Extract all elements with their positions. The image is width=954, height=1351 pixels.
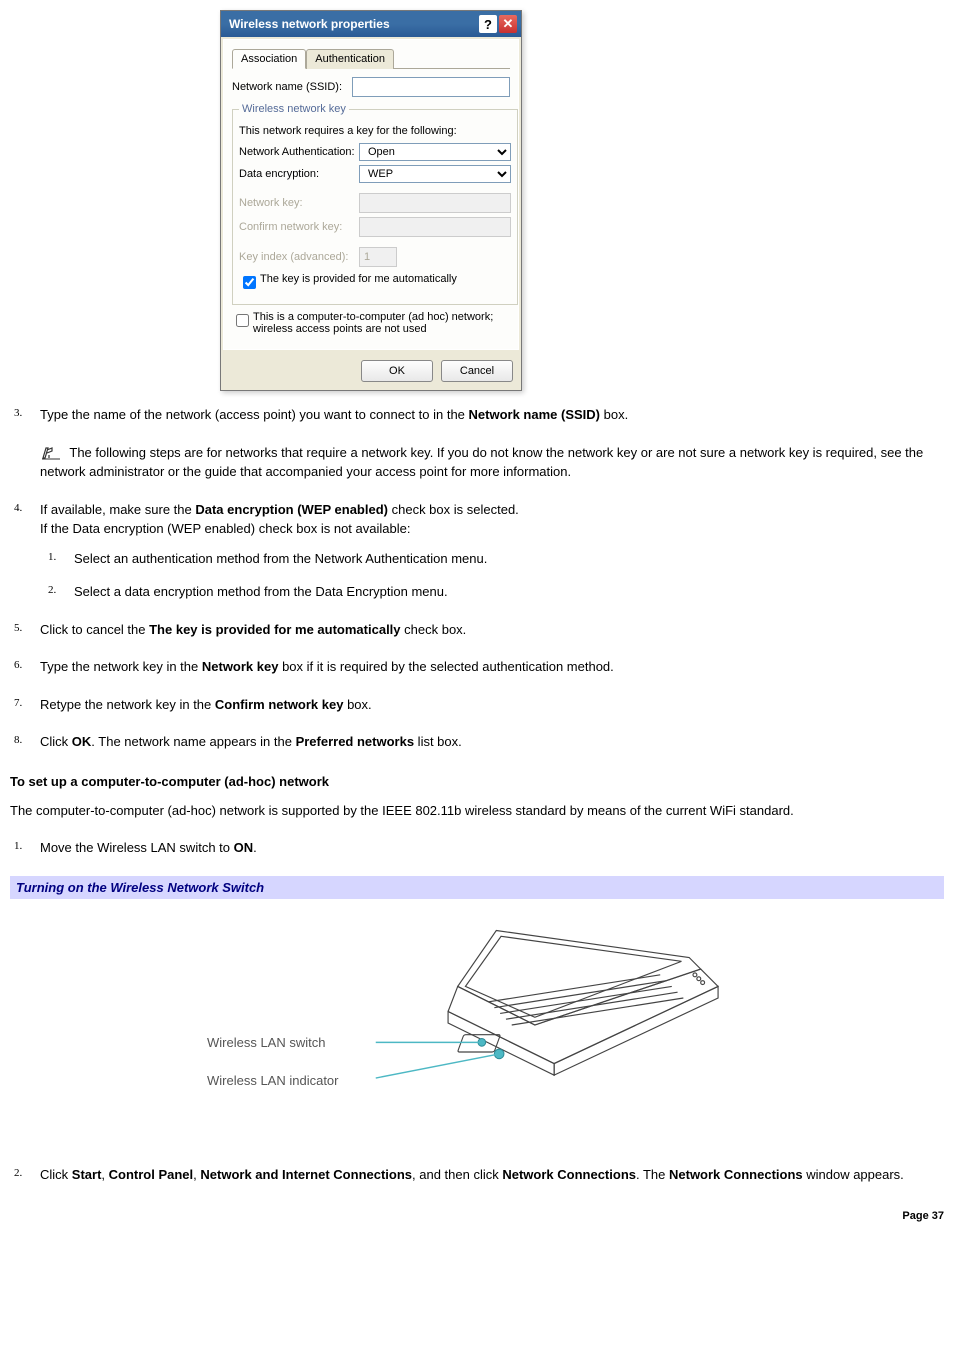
step-4: If available, make sure the Data encrypt… [40, 500, 944, 602]
auth-label: Network Authentication: [239, 146, 359, 158]
step-5: Click to cancel the The key is provided … [40, 620, 944, 640]
step-4-1: Select an authentication method from the… [74, 549, 944, 569]
adhoc-heading: To set up a computer-to-computer (ad-hoc… [10, 774, 944, 789]
index-spinner [359, 247, 397, 267]
fig-label-indicator: Wireless LAN indicator [207, 1073, 339, 1088]
adhoc-steps: Move the Wireless LAN switch to ON. [10, 838, 944, 858]
wireless-key-fieldset: Wireless network key This network requir… [232, 103, 518, 305]
confirm-label: Confirm network key: [239, 221, 359, 233]
step-7: Retype the network key in the Confirm ne… [40, 695, 944, 715]
enc-select[interactable]: WEP [359, 165, 511, 183]
tab-association[interactable]: Association [232, 49, 306, 69]
step-4-2: Select a data encryption method from the… [74, 582, 944, 602]
fig-label-switch: Wireless LAN switch [207, 1035, 325, 1050]
cancel-button[interactable]: Cancel [441, 360, 513, 382]
steps-list: Type the name of the network (access poi… [10, 405, 944, 425]
help-icon[interactable]: ? [479, 15, 497, 33]
adhoc-intro: The computer-to-computer (ad-hoc) networ… [10, 801, 944, 821]
adhoc-step-2: Click Start, Control Panel, Network and … [40, 1165, 944, 1185]
fieldset-legend: Wireless network key [239, 103, 349, 115]
key-label: Network key: [239, 197, 359, 209]
step-3: Type the name of the network (access poi… [40, 405, 944, 425]
wireless-properties-dialog: Wireless network properties ? ✕ Associat… [220, 10, 522, 391]
auto-checkbox[interactable] [243, 276, 256, 289]
adhoc-steps-cont: Click Start, Control Panel, Network and … [10, 1165, 944, 1185]
note-block: The following steps are for networks tha… [40, 443, 944, 482]
adhoc-label: This is a computer-to-computer (ad hoc) … [253, 311, 510, 335]
tabs: Association Authentication [232, 48, 510, 69]
confirm-input [359, 217, 511, 237]
laptop-figure: Wireless LAN switch Wireless LAN indicat… [10, 915, 944, 1135]
dialog-titlebar: Wireless network properties ? ✕ [221, 11, 521, 37]
close-icon[interactable]: ✕ [499, 15, 517, 33]
index-label: Key index (advanced): [239, 251, 359, 263]
figure-caption: Turning on the Wireless Network Switch [10, 876, 944, 899]
step-6: Type the network key in the Network key … [40, 657, 944, 677]
key-input [359, 193, 511, 213]
step-8: Click OK. The network name appears in th… [40, 732, 944, 752]
steps-list-cont: If available, make sure the Data encrypt… [10, 500, 944, 752]
ok-button[interactable]: OK [361, 360, 433, 382]
dialog-title: Wireless network properties [229, 17, 390, 31]
ssid-input[interactable] [352, 77, 510, 97]
adhoc-checkbox[interactable] [236, 314, 249, 327]
fieldset-intro: This network requires a key for the foll… [239, 125, 511, 137]
note-icon [40, 445, 62, 461]
tab-authentication[interactable]: Authentication [306, 49, 394, 69]
adhoc-step-1: Move the Wireless LAN switch to ON. [40, 838, 944, 858]
auto-label: The key is provided for me automatically [260, 273, 457, 285]
ssid-label: Network name (SSID): [232, 81, 352, 93]
enc-label: Data encryption: [239, 168, 359, 180]
substeps-4: Select an authentication method from the… [40, 549, 944, 602]
auth-select[interactable]: Open [359, 143, 511, 161]
page-footer: Page 37 [10, 1210, 944, 1222]
